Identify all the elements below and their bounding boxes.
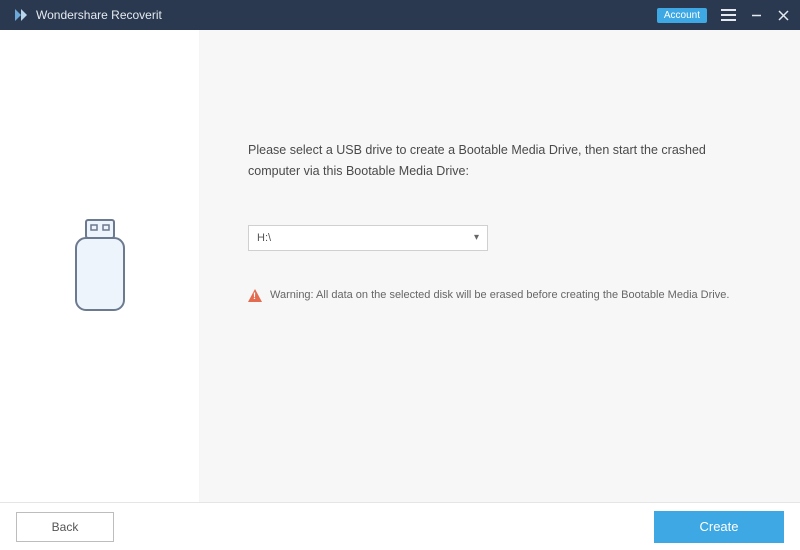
- main-panel: Please select a USB drive to create a Bo…: [200, 30, 800, 502]
- chevron-down-icon: ▾: [474, 232, 479, 243]
- warning-icon: [248, 289, 262, 302]
- app-logo: Wondershare Recoverit: [12, 6, 162, 24]
- back-button[interactable]: Back: [16, 512, 114, 542]
- recoverit-logo-icon: [12, 6, 30, 24]
- minimize-button[interactable]: [750, 9, 763, 22]
- menu-icon[interactable]: [721, 9, 736, 21]
- sidebar: [0, 30, 200, 502]
- account-button[interactable]: Account: [657, 8, 707, 23]
- create-button[interactable]: Create: [654, 511, 784, 543]
- close-button[interactable]: [777, 9, 790, 22]
- drive-select-value: H:\: [257, 232, 271, 244]
- instruction-text: Please select a USB drive to create a Bo…: [248, 140, 752, 183]
- drive-select[interactable]: H:\ ▾: [248, 225, 488, 251]
- footer: Back Create: [0, 502, 800, 550]
- titlebar: Wondershare Recoverit Account: [0, 0, 800, 30]
- warning-text: Warning: All data on the selected disk w…: [270, 289, 729, 301]
- content: Please select a USB drive to create a Bo…: [0, 30, 800, 502]
- titlebar-controls: Account: [657, 8, 790, 23]
- usb-drive-icon: [68, 216, 132, 316]
- app-title: Wondershare Recoverit: [36, 8, 162, 22]
- warning-row: Warning: All data on the selected disk w…: [248, 289, 752, 302]
